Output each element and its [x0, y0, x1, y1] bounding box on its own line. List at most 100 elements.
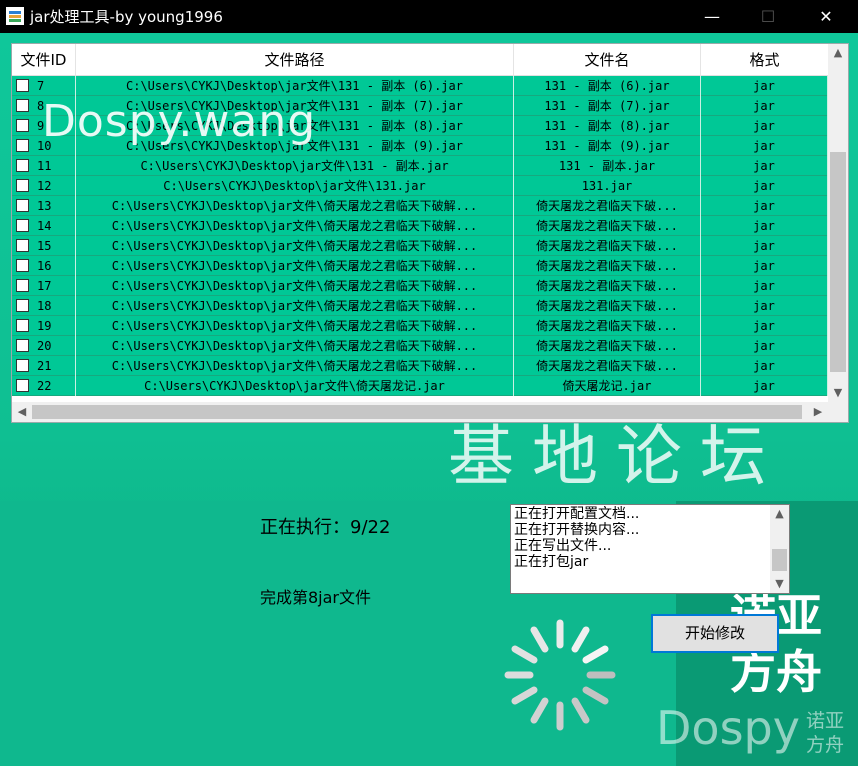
column-header-id[interactable]: 文件ID: [12, 44, 76, 76]
table-row[interactable]: 19 C:\Users\CYKJ\Desktop\jar文件\倚天屠龙之君临天下破…: [12, 316, 828, 336]
log-scrollbar[interactable]: ▲ ▼: [770, 505, 789, 593]
row-id: 22: [37, 379, 52, 393]
row-name: 131 - 副本.jar: [514, 156, 701, 176]
row-id-cell: 15: [12, 236, 76, 256]
row-id: 18: [37, 299, 52, 313]
row-format: jar: [701, 76, 828, 96]
vertical-scroll-thumb[interactable]: [830, 152, 846, 372]
scrollbar-corner: [828, 402, 848, 422]
done-status: 完成第8jar文件: [260, 588, 372, 607]
spinner-spoke: [511, 686, 538, 705]
title-bar[interactable]: jar处理工具-by young1996 — ☐ ✕: [0, 0, 858, 33]
row-checkbox[interactable]: [16, 318, 29, 332]
row-name: 131 - 副本 (9).jar: [514, 136, 701, 156]
row-checkbox[interactable]: [16, 218, 29, 232]
start-modify-button[interactable]: 开始修改: [651, 614, 779, 653]
table-row[interactable]: 14 C:\Users\CYKJ\Desktop\jar文件\倚天屠龙之君临天下破…: [12, 216, 828, 236]
table-row[interactable]: 16 C:\Users\CYKJ\Desktop\jar文件\倚天屠龙之君临天下破…: [12, 256, 828, 276]
table-row[interactable]: 11 C:\Users\CYKJ\Desktop\jar文件\131 - 副本.j…: [12, 156, 828, 176]
log-line: 正在打开配置文档...: [514, 506, 640, 522]
row-path: C:\Users\CYKJ\Desktop\jar文件\倚天屠龙记.jar: [76, 376, 514, 396]
row-checkbox[interactable]: [16, 158, 29, 172]
row-path: C:\Users\CYKJ\Desktop\jar文件\倚天屠龙之君临天下破解.…: [76, 196, 514, 216]
file-list-view[interactable]: 文件ID 文件路径 文件名 格式 7 C:\Users\CYKJ\Desktop\…: [11, 43, 849, 423]
row-path: C:\Users\CYKJ\Desktop\jar文件\131.jar: [76, 176, 514, 196]
scroll-left-icon[interactable]: ◀: [12, 403, 32, 421]
log-scroll-up-icon[interactable]: ▲: [770, 505, 789, 523]
row-checkbox[interactable]: [16, 138, 29, 152]
row-id: 17: [37, 279, 52, 293]
spinner-spoke: [582, 686, 609, 705]
row-id: 13: [37, 199, 52, 213]
table-row[interactable]: 12 C:\Users\CYKJ\Desktop\jar文件\131.jar 131…: [12, 176, 828, 196]
log-lines: 正在打开配置文档... 正在打开替换内容... 正在写出文件... 正在打包jar: [514, 506, 770, 570]
column-header-format[interactable]: 格式: [701, 44, 828, 76]
column-header-name[interactable]: 文件名: [514, 44, 701, 76]
row-checkbox[interactable]: [16, 378, 29, 392]
row-format: jar: [701, 296, 828, 316]
spinner-spoke: [530, 697, 549, 724]
row-id-cell: 18: [12, 296, 76, 316]
table-row[interactable]: 13 C:\Users\CYKJ\Desktop\jar文件\倚天屠龙之君临天下破…: [12, 196, 828, 216]
log-scroll-thumb[interactable]: [772, 549, 787, 571]
log-textbox[interactable]: 正在打开配置文档... 正在打开替换内容... 正在写出文件... 正在打包jar ▲…: [510, 504, 790, 594]
log-line: 正在写出文件...: [514, 538, 612, 554]
row-checkbox[interactable]: [16, 338, 29, 352]
row-id-cell: 21: [12, 356, 76, 376]
table-row[interactable]: 15 C:\Users\CYKJ\Desktop\jar文件\倚天屠龙之君临天下破…: [12, 236, 828, 256]
row-id-cell: 17: [12, 276, 76, 296]
row-id-cell: 20: [12, 336, 76, 356]
row-path: C:\Users\CYKJ\Desktop\jar文件\倚天屠龙之君临天下破解.…: [76, 296, 514, 316]
scroll-down-icon[interactable]: ▼: [828, 384, 848, 402]
horizontal-scroll-thumb[interactable]: [32, 405, 802, 419]
list-vertical-scrollbar[interactable]: ▲ ▼: [828, 44, 848, 402]
log-line: 正在打开替换内容...: [514, 522, 640, 538]
row-format: jar: [701, 96, 828, 116]
row-checkbox[interactable]: [16, 238, 29, 252]
watermark-nuoya-small-line2: 方舟: [806, 734, 845, 756]
minimize-button[interactable]: —: [684, 0, 740, 33]
client-area: 基地论坛 诺亚 方舟 Dospy 诺亚 方舟 文件ID 文件路径 文件名 格式 …: [0, 33, 858, 766]
row-name: 倚天屠龙之君临天下破...: [514, 216, 701, 236]
row-checkbox[interactable]: [16, 178, 29, 192]
scroll-up-icon[interactable]: ▲: [828, 44, 848, 62]
table-row[interactable]: 21 C:\Users\CYKJ\Desktop\jar文件\倚天屠龙之君临天下破…: [12, 356, 828, 376]
table-row[interactable]: 18 C:\Users\CYKJ\Desktop\jar文件\倚天屠龙之君临天下破…: [12, 296, 828, 316]
table-row[interactable]: 20 C:\Users\CYKJ\Desktop\jar文件\倚天屠龙之君临天下破…: [12, 336, 828, 356]
row-checkbox[interactable]: [16, 98, 29, 112]
row-path: C:\Users\CYKJ\Desktop\jar文件\131 - 副本.jar: [76, 156, 514, 176]
row-checkbox[interactable]: [16, 358, 29, 372]
row-checkbox[interactable]: [16, 298, 29, 312]
executing-status: 正在执行：9/22: [260, 517, 391, 538]
row-format: jar: [701, 336, 828, 356]
scroll-right-icon[interactable]: ▶: [808, 403, 828, 421]
row-checkbox[interactable]: [16, 78, 29, 92]
row-id: 15: [37, 239, 52, 253]
app-icon: [6, 7, 24, 25]
row-id-cell: 12: [12, 176, 76, 196]
list-horizontal-scrollbar[interactable]: ◀ ▶: [12, 402, 828, 422]
row-id: 12: [37, 179, 52, 193]
row-id: 7: [37, 79, 45, 93]
row-checkbox[interactable]: [16, 258, 29, 272]
spinner-spoke: [511, 645, 538, 664]
row-checkbox[interactable]: [16, 278, 29, 292]
column-header-path[interactable]: 文件路径: [76, 44, 514, 76]
row-id-cell: 13: [12, 196, 76, 216]
row-path: C:\Users\CYKJ\Desktop\jar文件\倚天屠龙之君临天下破解.…: [76, 236, 514, 256]
row-name: 倚天屠龙之君临天下破...: [514, 256, 701, 276]
row-name: 131 - 副本 (7).jar: [514, 96, 701, 116]
row-checkbox[interactable]: [16, 118, 29, 132]
row-name: 倚天屠龙记.jar: [514, 376, 701, 396]
maximize-button[interactable]: ☐: [740, 0, 796, 33]
row-id-cell: 19: [12, 316, 76, 336]
table-row[interactable]: 17 C:\Users\CYKJ\Desktop\jar文件\倚天屠龙之君临天下破…: [12, 276, 828, 296]
table-row[interactable]: 7 C:\Users\CYKJ\Desktop\jar文件\131 - 副本 (6…: [12, 76, 828, 96]
row-checkbox[interactable]: [16, 198, 29, 212]
log-scroll-down-icon[interactable]: ▼: [770, 575, 789, 593]
row-name: 倚天屠龙之君临天下破...: [514, 196, 701, 216]
row-name: 倚天屠龙之君临天下破...: [514, 276, 701, 296]
table-row[interactable]: 22 C:\Users\CYKJ\Desktop\jar文件\倚天屠龙记.jar 倚…: [12, 376, 828, 396]
row-path: C:\Users\CYKJ\Desktop\jar文件\倚天屠龙之君临天下破解.…: [76, 316, 514, 336]
close-button[interactable]: ✕: [798, 0, 854, 33]
